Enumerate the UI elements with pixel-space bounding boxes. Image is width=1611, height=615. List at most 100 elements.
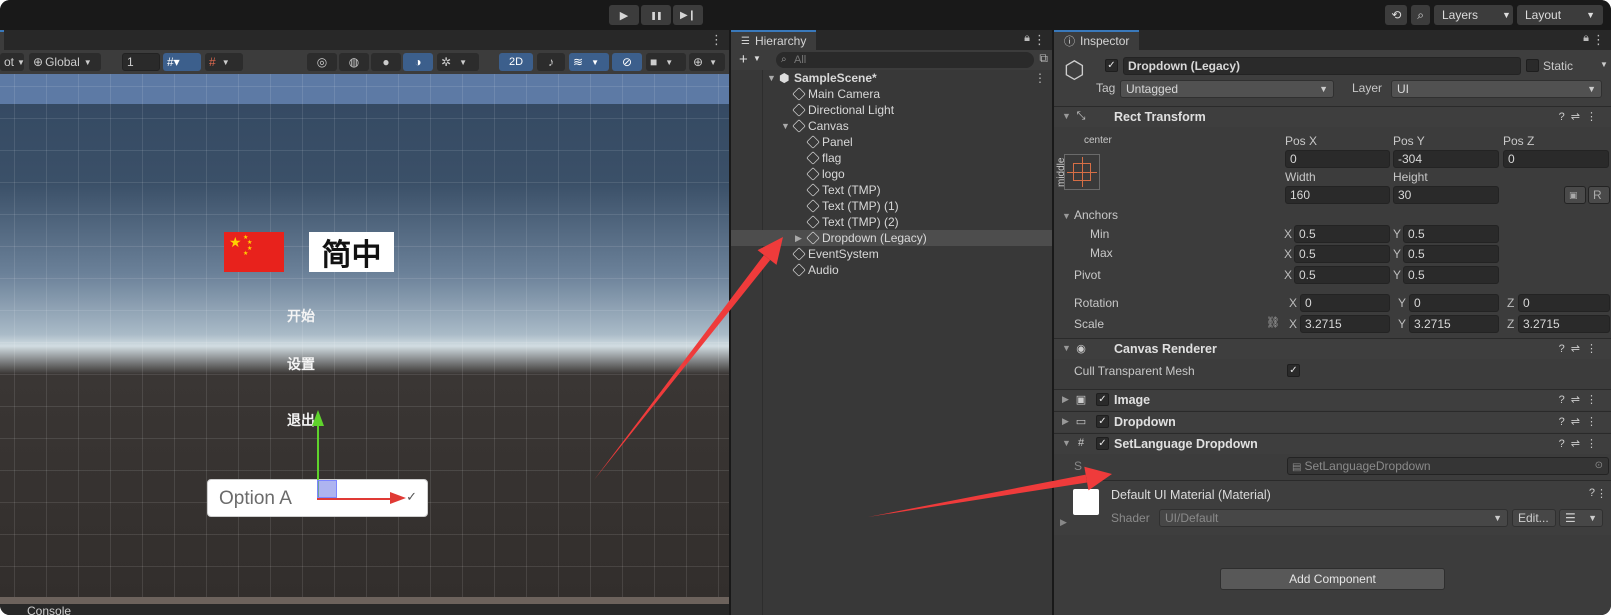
flag-image[interactable]: ★ ★ ★ ★ ★ — [224, 232, 284, 272]
tag-dropdown[interactable]: Untagged ▼ — [1120, 80, 1334, 98]
search-button[interactable]: ⌕ — [1411, 5, 1430, 25]
help-icon[interactable]: ? — [1589, 487, 1595, 499]
tree-item-eventsystem[interactable]: EventSystem — [731, 246, 1052, 262]
component-actions-icons[interactable]: ?⇌⋮ — [1559, 342, 1603, 355]
grid-snap-toggle[interactable]: #▾ — [163, 53, 201, 71]
menu-settings-text[interactable]: 设置 — [287, 354, 315, 374]
global-dropdown[interactable]: ⊕ Global ▼ — [29, 53, 101, 71]
audio-toggle[interactable]: ♪ — [537, 53, 565, 71]
rotation-y-input[interactable]: 0 — [1409, 294, 1499, 312]
component-actions-icons[interactable]: ?⇌⋮ — [1559, 110, 1603, 123]
chevron-down-icon[interactable]: ▼ — [753, 54, 761, 63]
edit-shader-button[interactable]: Edit... — [1512, 509, 1556, 527]
more-icon[interactable]: ⋮ — [1596, 487, 1607, 500]
canvas-renderer-header[interactable]: ▼ ◉ Canvas Renderer ?⇌⋮ — [1054, 338, 1611, 359]
static-checkbox[interactable] — [1526, 59, 1539, 72]
draw-mode-shaded[interactable]: ● — [371, 53, 401, 71]
pos-y-input[interactable]: -304 — [1393, 150, 1499, 168]
tab-hierarchy[interactable]: ☰ Hierarchy — [731, 30, 817, 50]
move-gizmo-x-arrow[interactable] — [390, 492, 406, 504]
tab-inspector[interactable]: ⓘ Inspector — [1054, 30, 1140, 50]
pause-button[interactable]: ❚❚ — [641, 5, 671, 25]
tree-item-panel[interactable]: Panel — [731, 134, 1052, 150]
dropdown-component-header[interactable]: ▶ ▭ ✓ Dropdown ?⇌⋮ — [1054, 411, 1611, 432]
fold-triangle-icon[interactable]: ▶ — [1060, 517, 1067, 528]
move-gizmo-plane-handle[interactable] — [317, 480, 337, 498]
width-input[interactable]: 160 — [1285, 186, 1390, 204]
tab-scene[interactable] — [0, 30, 4, 50]
pivot-y-input[interactable]: 0.5 — [1403, 266, 1499, 284]
tree-item-audio[interactable]: Audio — [731, 262, 1052, 278]
scale-z-input[interactable]: 3.2715 — [1518, 315, 1610, 333]
lock-icon[interactable]: 🔒︎ — [1024, 32, 1030, 45]
scene-menu-icon[interactable]: ⋮ — [1034, 70, 1046, 86]
height-input[interactable]: 30 — [1393, 186, 1499, 204]
play-button[interactable]: ▶ — [609, 5, 639, 25]
setlanguage-component-header[interactable]: ▼ # ✓ SetLanguage Dropdown ?⇌⋮ — [1054, 433, 1611, 454]
anchor-preset-button[interactable] — [1064, 154, 1100, 190]
cull-transparent-mesh-checkbox[interactable]: ✓ — [1287, 364, 1300, 377]
tree-item-directional-light[interactable]: Directional Light — [731, 102, 1052, 118]
hierarchy-search-input[interactable]: ⌕ All — [776, 52, 1034, 68]
tree-item-text-tmp-2[interactable]: Text (TMP) (2) — [731, 214, 1052, 230]
tree-item-text-tmp[interactable]: Text (TMP) — [731, 182, 1052, 198]
component-actions-icons[interactable]: ?⇌⋮ — [1559, 437, 1603, 450]
logo-image[interactable]: 简中 — [309, 232, 394, 273]
draw-mode-lit[interactable]: ◑ — [403, 53, 433, 71]
scene-visibility-icon[interactable]: ⧉ — [1039, 51, 1048, 66]
draw-mode-wire[interactable]: ◎ — [307, 53, 337, 71]
pos-z-input[interactable]: 0 — [1503, 150, 1609, 168]
history-button[interactable]: ⟲ — [1385, 5, 1408, 25]
camera-dropdown[interactable]: ■ ▼ — [646, 53, 686, 71]
rotation-x-input[interactable]: 0 — [1300, 294, 1390, 312]
2d-mode-toggle[interactable]: 2D — [499, 53, 533, 71]
pivot-x-input[interactable]: 0.5 — [1294, 266, 1390, 284]
fold-triangle-icon[interactable]: ▼ — [1062, 211, 1071, 221]
tab-console[interactable]: Console — [27, 604, 71, 615]
pivot-dropdown[interactable]: ot ▼ — [0, 53, 25, 71]
inspector-menu-icon[interactable]: ⋮ — [1592, 32, 1605, 48]
visibility-toggle[interactable]: ⊘ — [612, 53, 642, 71]
material-options-dropdown[interactable]: ☰ ▼ — [1559, 509, 1603, 527]
tree-item-flag[interactable]: flag — [731, 150, 1052, 166]
hierarchy-menu-icon[interactable]: ⋮ — [1033, 32, 1046, 48]
component-actions-icons[interactable]: ?⇌⋮ — [1559, 415, 1603, 428]
tree-item-logo[interactable]: logo — [731, 166, 1052, 182]
image-component-header[interactable]: ▶ ▣ ✓ Image ?⇌⋮ — [1054, 389, 1611, 410]
scene-menu-icon[interactable]: ⋮ — [710, 32, 723, 48]
rotation-z-input[interactable]: 0 — [1518, 294, 1610, 312]
anchor-min-y-input[interactable]: 0.5 — [1403, 225, 1499, 243]
pos-x-input[interactable]: 0 — [1285, 150, 1390, 168]
component-actions-icons[interactable]: ?⇌⋮ — [1559, 393, 1603, 406]
active-checkbox[interactable]: ✓ — [1105, 59, 1118, 72]
tree-item-dropdown-legacy[interactable]: ▶ Dropdown (Legacy) — [731, 230, 1052, 246]
raw-edit-button[interactable]: R — [1588, 186, 1610, 204]
scene-viewport[interactable]: ★ ★ ★ ★ ★ 简中 开始 设置 退出 Option A ✓ — [0, 74, 729, 604]
object-name-field[interactable]: Dropdown (Legacy) — [1123, 57, 1521, 75]
debug-dropdown[interactable]: ✲ ▼ — [437, 53, 479, 71]
move-gizmo-x-axis[interactable] — [317, 498, 392, 500]
layout-dropdown[interactable]: Layout ▼ — [1517, 5, 1603, 25]
effects-dropdown[interactable]: ≋ ▼ — [569, 53, 609, 71]
layer-dropdown[interactable]: UI ▼ — [1391, 80, 1602, 98]
tree-item-canvas[interactable]: ▼ Canvas — [731, 118, 1052, 134]
tree-item-text-tmp-1[interactable]: Text (TMP) (1) — [731, 198, 1052, 214]
chevron-down-icon[interactable]: ▼ — [1600, 60, 1608, 69]
add-icon[interactable]: + — [739, 51, 748, 68]
tree-item-main-camera[interactable]: Main Camera — [731, 86, 1052, 102]
menu-exit-text[interactable]: 退出 — [287, 410, 315, 430]
tree-item-scene[interactable]: ▼ ⬢ SampleScene* ⋮ — [731, 70, 1052, 86]
draw-mode-shaded-wire[interactable]: ◍ — [339, 53, 369, 71]
grid-size-input[interactable]: 1 — [122, 53, 160, 71]
scale-y-input[interactable]: 3.2715 — [1409, 315, 1499, 333]
lock-icon[interactable]: 🔒︎ — [1583, 32, 1589, 45]
anchor-min-x-input[interactable]: 0.5 — [1294, 225, 1390, 243]
anchor-max-y-input[interactable]: 0.5 — [1403, 245, 1499, 263]
step-button[interactable]: ▶❙ — [673, 5, 703, 25]
dropdown-enabled-checkbox[interactable]: ✓ — [1096, 415, 1109, 428]
rect-transform-header[interactable]: ▼ ⤡ Rect Transform ?⇌⋮ — [1054, 106, 1611, 127]
scale-x-input[interactable]: 3.2715 — [1300, 315, 1390, 333]
menu-start-text[interactable]: 开始 — [287, 306, 315, 326]
layers-dropdown[interactable]: Layers ▼ — [1434, 5, 1513, 25]
object-picker-icon[interactable]: ⊙ — [1595, 458, 1603, 474]
